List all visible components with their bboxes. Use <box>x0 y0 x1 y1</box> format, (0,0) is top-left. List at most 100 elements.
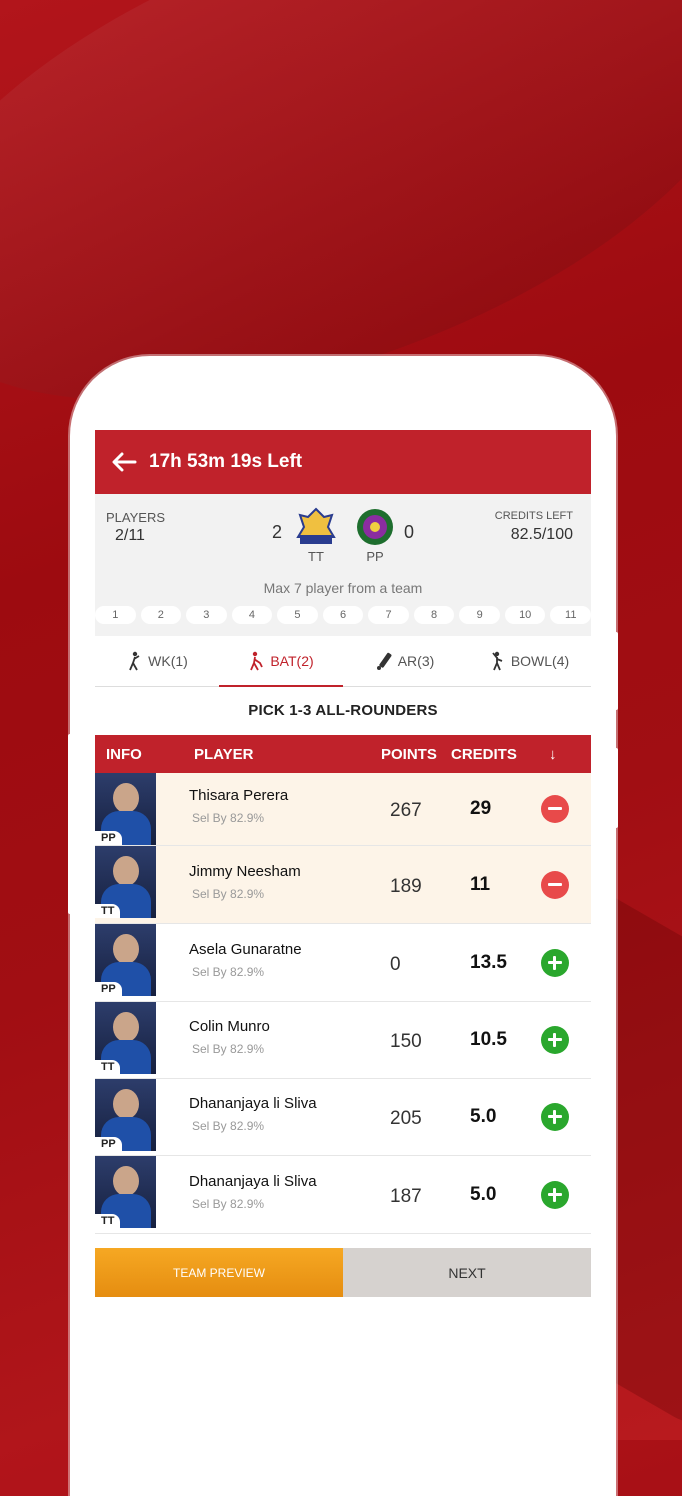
player-avatar[interactable]: TT <box>95 1002 156 1074</box>
credits-value: 82.5/100 <box>510 526 573 543</box>
add-player-icon[interactable] <box>541 1103 569 1131</box>
team-tag: PP <box>95 831 122 845</box>
top-bar: 17h 53m 19s Left <box>95 430 591 494</box>
team1: TT <box>291 507 341 564</box>
player-slot: 2 <box>140 606 182 624</box>
add-player-icon[interactable] <box>541 949 569 977</box>
footer-actions: TEAM PREVIEW NEXT <box>95 1248 591 1297</box>
back-arrow-icon[interactable] <box>111 451 137 473</box>
player-row[interactable]: PP Asela Gunaratne Sel By 82.9% 0 13.5 <box>95 924 591 1002</box>
bowler-icon <box>492 651 503 671</box>
team-tag: TT <box>95 904 121 918</box>
player-name: Colin Munro <box>189 1018 270 1035</box>
header-player: PLAYER <box>194 746 254 763</box>
player-avatar[interactable]: PP <box>95 924 156 996</box>
team2-score: 0 <box>404 522 415 542</box>
player-row[interactable]: TT Dhananjaya li Sliva Sel By 82.9% 187 5.0 <box>95 1156 591 1234</box>
credits-left: CREDITS LEFT 82.5/100 <box>495 510 573 544</box>
players-value: 2/11 <box>115 527 145 544</box>
player-avatar[interactable]: PP <box>95 1079 156 1151</box>
avatar-head <box>113 1089 139 1119</box>
player-row[interactable]: TT Jimmy Neesham Sel By 82.9% 189 11 <box>95 846 591 924</box>
allrounder-icon <box>376 652 392 670</box>
team1-logo-icon <box>296 507 336 544</box>
player-avatar[interactable]: PP <box>95 773 156 845</box>
tab-bat-label: BAT(2) <box>270 653 314 669</box>
players-label: PLAYERS <box>106 510 166 525</box>
phone-side-button <box>68 734 72 914</box>
player-points: 267 <box>390 800 422 821</box>
tab-wk[interactable]: WK(1) <box>95 636 219 686</box>
header-info: INFO <box>106 746 142 763</box>
header-points[interactable]: POINTS <box>381 746 437 763</box>
remove-player-icon[interactable] <box>541 871 569 899</box>
player-name: Jimmy Neesham <box>189 863 301 880</box>
team-preview-button[interactable]: TEAM PREVIEW <box>95 1248 343 1297</box>
player-credits: 13.5 <box>470 952 507 973</box>
player-points: 187 <box>390 1186 422 1207</box>
next-button[interactable]: NEXT <box>343 1248 591 1297</box>
tab-bowl-label: BOWL(4) <box>510 653 570 669</box>
player-slot: 5 <box>277 606 318 624</box>
avatar-head <box>113 856 139 886</box>
team-tag: PP <box>95 982 122 996</box>
player-slot: 4 <box>231 606 273 624</box>
player-slot: 3 <box>186 606 227 624</box>
team-summary: PLAYERS 2/11 2 TT PP 0 CREDITS LEFT 82.5… <box>95 494 592 636</box>
player-points: 150 <box>390 1031 422 1052</box>
tab-bat[interactable]: BAT(2) <box>219 636 343 687</box>
app-screen: 17h 53m 19s Left PLAYERS 2/11 2 TT PP 0 … <box>95 430 592 1410</box>
player-name: Asela Gunaratne <box>189 941 302 958</box>
player-slot: 10 <box>504 606 546 624</box>
sort-arrow-icon[interactable]: ↓ <box>549 746 557 763</box>
selected-by: Sel By 82.9% <box>192 965 265 979</box>
tab-wk-label: WK(1) <box>148 653 188 669</box>
player-name: Dhananjaya li Sliva <box>189 1173 317 1190</box>
player-points: 205 <box>390 1108 422 1129</box>
pick-instruction: PICK 1-3 ALL-ROUNDERS <box>248 702 438 719</box>
player-name: Thisara Perera <box>189 787 289 804</box>
table-header: INFO PLAYER POINTS CREDITS ↓ <box>95 735 591 773</box>
selected-by: Sel By 82.9% <box>192 887 265 901</box>
team1-code: TT <box>308 549 324 564</box>
player-row[interactable]: PP Dhananjaya li Sliva Sel By 82.9% 205 5.0 <box>95 1079 591 1156</box>
tab-ar[interactable]: AR(3) <box>343 636 467 686</box>
player-avatar[interactable]: TT <box>95 846 156 918</box>
player-slot: 9 <box>459 606 500 624</box>
player-points: 0 <box>390 954 401 975</box>
role-tabs: WK(1) BAT(2) AR(3) BOWL(4) <box>95 636 591 687</box>
countdown-timer: 17h 53m 19s Left <box>149 451 303 472</box>
add-player-icon[interactable] <box>541 1026 569 1054</box>
player-slots: 1 2 3 4 5 6 7 8 9 10 11 <box>95 606 592 624</box>
player-slot: 11 <box>550 606 592 624</box>
phone-side-button <box>614 632 618 710</box>
player-points: 189 <box>390 876 422 897</box>
max-team-note: Max 7 player from a team <box>263 580 423 596</box>
selected-by: Sel By 82.9% <box>192 1042 265 1056</box>
team2: PP <box>351 507 399 564</box>
players-count: PLAYERS 2/11 <box>106 510 165 545</box>
player-credits: 29 <box>470 798 492 819</box>
avatar-head <box>113 1012 139 1042</box>
tab-bowl[interactable]: BOWL(4) <box>467 636 591 686</box>
selected-by: Sel By 82.9% <box>192 811 265 825</box>
player-credits: 5.0 <box>470 1184 497 1205</box>
credits-label: CREDITS LEFT <box>494 510 573 522</box>
team2-code: PP <box>366 549 384 564</box>
player-row[interactable]: PP Thisara Perera Sel By 82.9% 267 29 <box>95 773 591 846</box>
phone-side-button <box>614 748 618 828</box>
remove-player-icon[interactable] <box>541 795 569 823</box>
player-slot: 7 <box>368 606 409 624</box>
team2-logo-icon <box>357 509 393 545</box>
avatar-head <box>113 1166 139 1196</box>
selected-by: Sel By 82.9% <box>192 1197 265 1211</box>
player-credits: 10.5 <box>470 1029 507 1050</box>
header-credits[interactable]: CREDITS <box>451 746 517 763</box>
add-player-icon[interactable] <box>541 1181 569 1209</box>
avatar-head <box>113 783 139 813</box>
team1-score: 2 <box>272 522 283 542</box>
player-row[interactable]: TT Colin Munro Sel By 82.9% 150 10.5 <box>95 1002 591 1079</box>
team-tag: PP <box>95 1137 122 1151</box>
tab-ar-label: AR(3) <box>397 653 435 669</box>
player-avatar[interactable]: TT <box>95 1156 156 1228</box>
